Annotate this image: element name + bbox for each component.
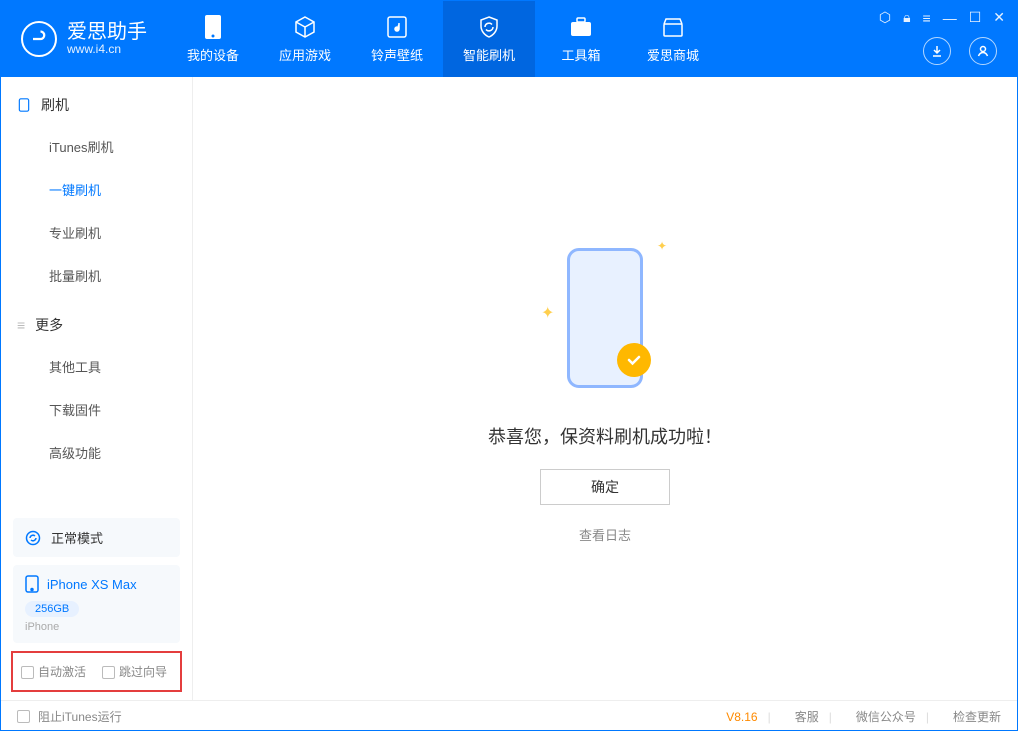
check-badge-icon [617, 343, 651, 377]
download-icon[interactable] [923, 37, 951, 65]
sparkle-icon: ✦ [541, 303, 554, 323]
shield-refresh-icon [477, 15, 501, 39]
menu-icon[interactable]: ≡ [923, 10, 931, 26]
nav-label: 铃声壁纸 [371, 45, 423, 64]
footer-label: 阻止iTunes运行 [38, 708, 122, 725]
minimize-button[interactable]: — [943, 10, 957, 26]
checkbox-auto-activate[interactable]: 自动激活 [21, 663, 86, 680]
top-nav: 我的设备 应用游戏 铃声壁纸 智能刷机 工具箱 爱思商城 [167, 1, 719, 77]
sidebar-item-itunes-flash[interactable]: iTunes刷机 [1, 125, 192, 168]
nav-label: 工具箱 [561, 45, 600, 64]
logo: 爱思助手 www.i4.cn [1, 21, 167, 57]
app-name: 爱思助手 [67, 21, 147, 43]
nav-label: 智能刷机 [463, 45, 515, 64]
lock-icon[interactable]: 🔒︎ [903, 9, 910, 26]
sparkle-icon: ✦ [657, 239, 667, 253]
success-illustration: ✦ ✦ [535, 233, 675, 403]
refresh-icon [25, 530, 41, 546]
toolbox-icon [569, 15, 593, 39]
version-label: V8.16 [726, 710, 757, 724]
footer-link-wechat[interactable]: 微信公众号 [856, 708, 916, 725]
device-mode-label: 正常模式 [51, 528, 103, 547]
logo-icon [21, 21, 57, 57]
list-icon: ≡ [17, 317, 25, 333]
sidebar: 刷机 iTunes刷机 一键刷机 专业刷机 批量刷机 ≡ 更多 其他工具 下载固… [1, 77, 193, 700]
device-type: iPhone [25, 621, 59, 633]
view-log-link[interactable]: 查看日志 [579, 525, 631, 544]
sidebar-item-oneclick-flash[interactable]: 一键刷机 [1, 168, 192, 211]
window-controls: ⬡ 🔒︎ ≡ — ☐ ✕ [879, 9, 1005, 26]
main-content: ✦ ✦ 恭喜您，保资料刷机成功啦！ 确定 查看日志 [193, 77, 1017, 700]
nav-apps-games[interactable]: 应用游戏 [259, 1, 351, 77]
mobile-icon [17, 98, 31, 112]
app-url: www.i4.cn [67, 43, 147, 56]
device-name: iPhone XS Max [47, 577, 137, 592]
cube-icon [293, 15, 317, 39]
section-title: 更多 [35, 315, 63, 335]
sidebar-item-other-tools[interactable]: 其他工具 [1, 345, 192, 388]
footer-link-update[interactable]: 检查更新 [953, 708, 1001, 725]
maximize-button[interactable]: ☐ [969, 9, 982, 26]
nav-store[interactable]: 爱思商城 [627, 1, 719, 77]
body: 刷机 iTunes刷机 一键刷机 专业刷机 批量刷机 ≡ 更多 其他工具 下载固… [1, 77, 1017, 700]
device-mode-card[interactable]: 正常模式 [13, 518, 180, 557]
music-file-icon [385, 15, 409, 39]
success-message: 恭喜您，保资料刷机成功啦！ [488, 423, 722, 449]
option-label: 自动激活 [38, 665, 86, 679]
option-label: 跳过向导 [119, 665, 167, 679]
footer-link-support[interactable]: 客服 [795, 708, 819, 725]
sidebar-item-download-firmware[interactable]: 下载固件 [1, 388, 192, 431]
user-icon[interactable] [969, 37, 997, 65]
status-bar: 阻止iTunes运行 V8.16 | 客服 | 微信公众号 | 检查更新 [1, 700, 1017, 732]
flash-options-highlighted: 自动激活 跳过向导 [11, 651, 182, 692]
checkbox-skip-guide[interactable]: 跳过向导 [102, 663, 167, 680]
sidebar-item-batch-flash[interactable]: 批量刷机 [1, 254, 192, 297]
nav-label: 应用游戏 [279, 45, 331, 64]
section-title: 刷机 [41, 95, 69, 115]
mobile-icon [25, 575, 39, 593]
header-aux-icons [923, 37, 997, 65]
device-card[interactable]: iPhone XS Max 256GB iPhone [13, 565, 180, 643]
sidebar-item-pro-flash[interactable]: 专业刷机 [1, 211, 192, 254]
nav-label: 我的设备 [187, 45, 239, 64]
app-header: 爱思助手 www.i4.cn 我的设备 应用游戏 铃声壁纸 智能刷机 工具箱 爱… [1, 1, 1017, 77]
sidebar-section-more: ≡ 更多 [1, 297, 192, 345]
close-button[interactable]: ✕ [993, 9, 1005, 26]
ok-button[interactable]: 确定 [540, 469, 670, 505]
nav-label: 爱思商城 [647, 45, 699, 64]
nav-smart-flash[interactable]: 智能刷机 [443, 1, 535, 77]
nav-toolbox[interactable]: 工具箱 [535, 1, 627, 77]
checkbox-block-itunes[interactable]: 阻止iTunes运行 [17, 708, 122, 725]
tshirt-icon[interactable]: ⬡ [879, 9, 891, 26]
nav-ringtone-wallpaper[interactable]: 铃声壁纸 [351, 1, 443, 77]
phone-icon [201, 15, 225, 39]
store-icon [661, 15, 685, 39]
nav-my-device[interactable]: 我的设备 [167, 1, 259, 77]
sidebar-item-advanced[interactable]: 高级功能 [1, 431, 192, 474]
sidebar-section-flash: 刷机 [1, 77, 192, 125]
device-capacity: 256GB [25, 601, 79, 617]
device-panel: 正常模式 iPhone XS Max 256GB iPhone 自动激活 跳过向… [1, 510, 192, 700]
